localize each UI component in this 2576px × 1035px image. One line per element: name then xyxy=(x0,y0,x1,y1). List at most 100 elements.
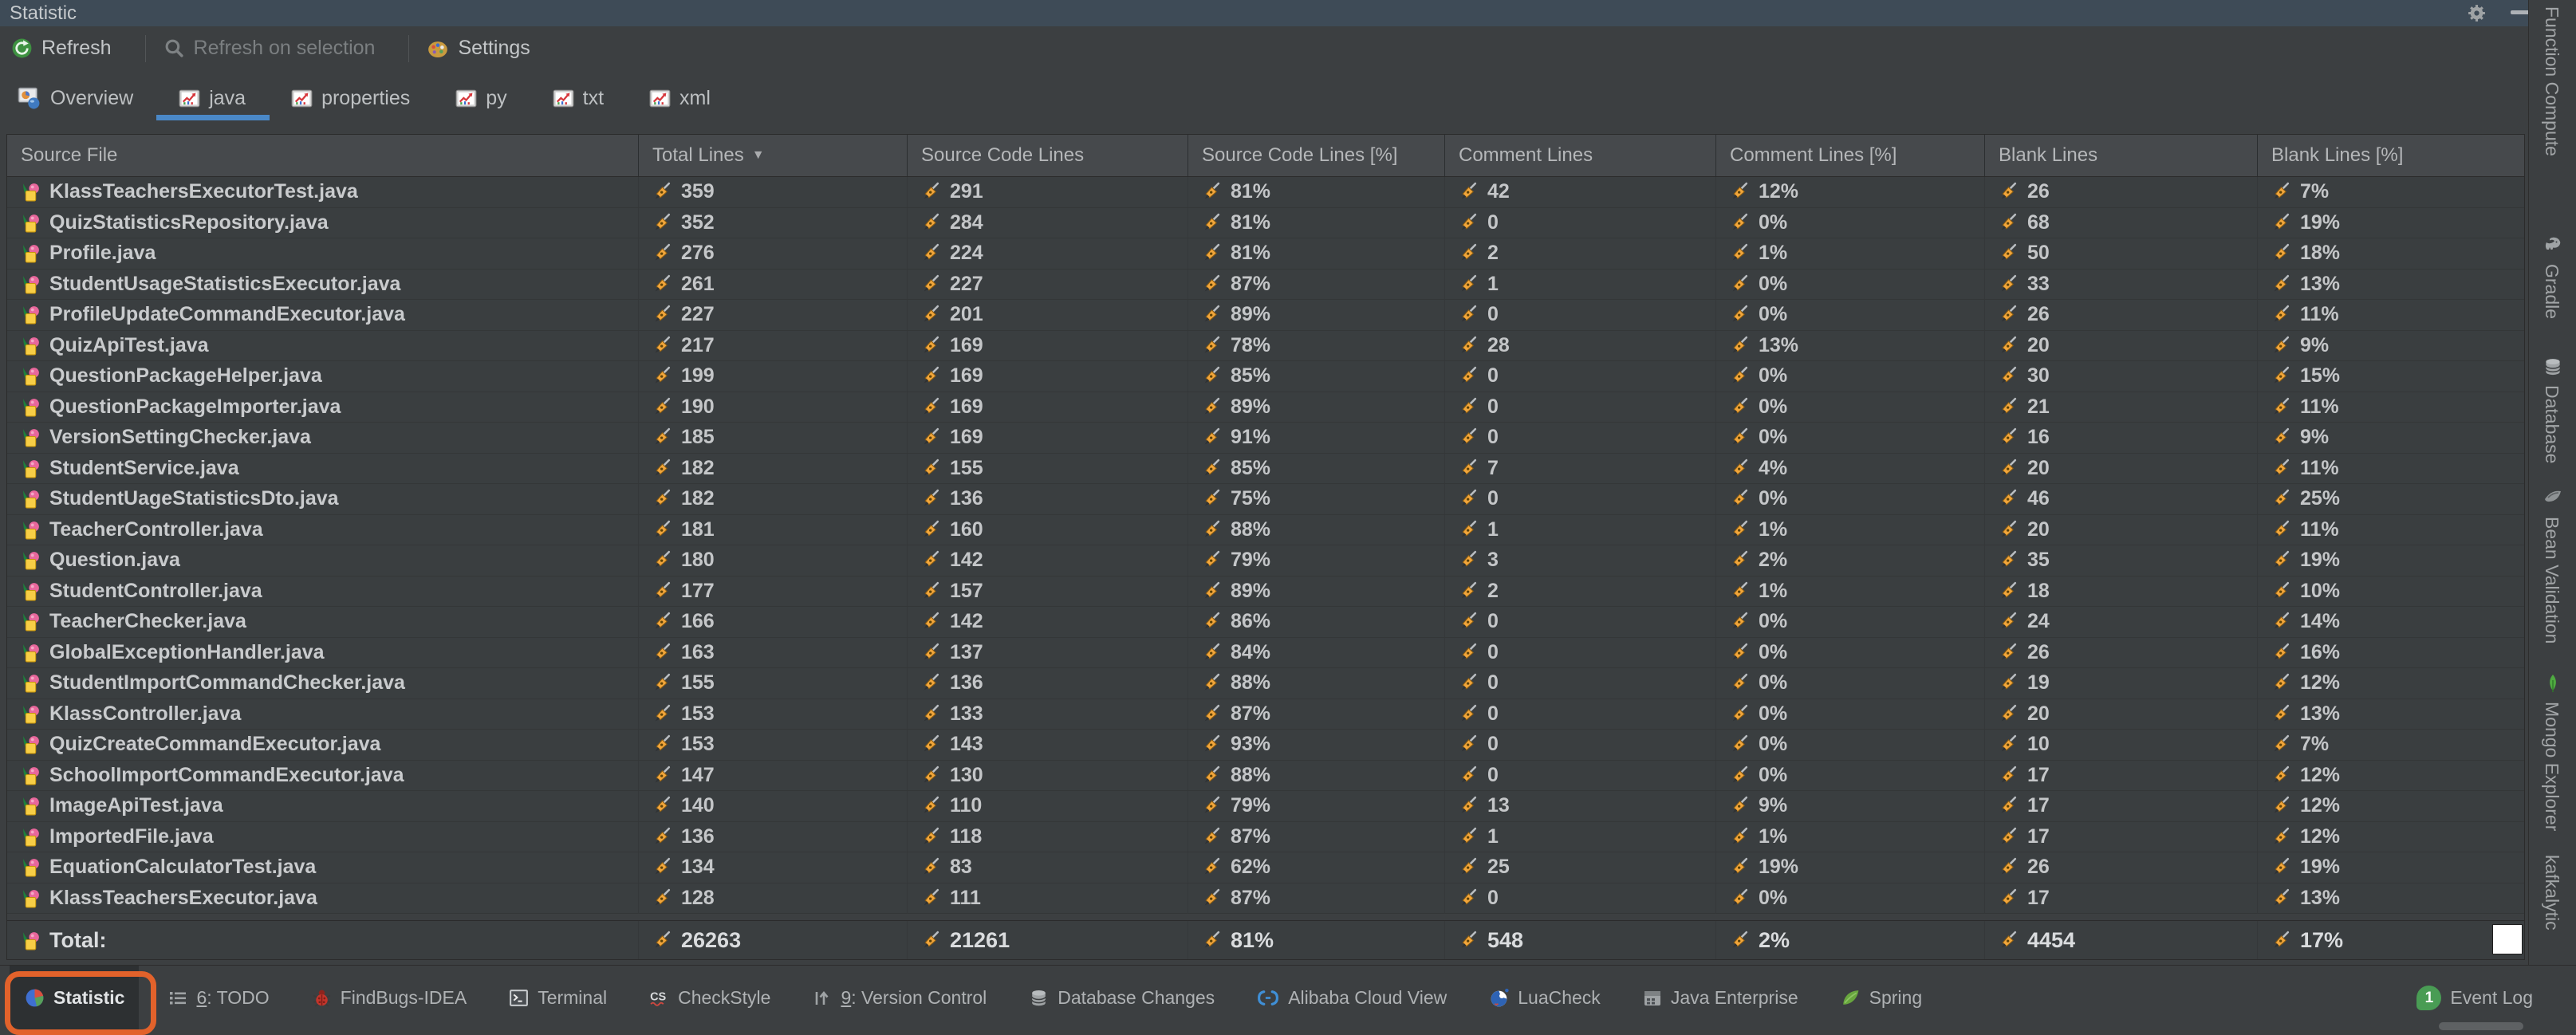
cell-value: 83 xyxy=(950,856,972,879)
source-file-cell: ProfileUpdateCommandExecutor.java xyxy=(7,300,639,330)
tab-py[interactable]: py xyxy=(455,87,506,110)
pen-icon xyxy=(1201,703,1223,725)
tab-properties[interactable]: properties xyxy=(291,87,410,110)
statusbar-alibaba-cloud[interactable]: Alibaba Cloud View xyxy=(1256,987,1447,1009)
source-code-lines-pct-cell: 62% xyxy=(1188,852,1445,883)
table-row[interactable]: Profile.java 276 224 xyxy=(7,238,2524,270)
source-code-lines-pct-cell: 81% xyxy=(1188,238,1445,269)
statusbar-todo[interactable]: 6: TODO xyxy=(167,987,269,1009)
statusbar-statistic[interactable]: Statistic xyxy=(10,966,139,1030)
table-row[interactable]: QuestionPackageImporter.java 190 169 xyxy=(7,392,2524,423)
statusbar-luacheck[interactable]: LuaCheck xyxy=(1488,987,1601,1009)
pen-icon xyxy=(1201,734,1223,755)
statusbar-event-log[interactable]: 1 Event Log xyxy=(2416,986,2533,1010)
tab-overview[interactable]: Overview xyxy=(18,86,133,110)
pen-icon xyxy=(1201,549,1223,571)
source-code-lines-cell: 111 xyxy=(908,883,1188,914)
source-code-lines-pct-cell: 81% xyxy=(1188,208,1445,238)
sidebar-item-function-compute[interactable]: Function Compute xyxy=(2541,6,2562,156)
gear-icon[interactable] xyxy=(2466,2,2487,24)
cell-value: 227 xyxy=(681,303,715,326)
statusbar-checkstyle[interactable]: CS CheckStyle xyxy=(648,987,770,1009)
refresh-on-selection-button[interactable]: Refresh on selection xyxy=(163,37,376,60)
table-row[interactable]: StudentUageStatisticsDto.java 182 136 xyxy=(7,484,2524,515)
blank-lines-pct-cell: 14% xyxy=(2258,607,2524,637)
column-header-source-code-lines-pct[interactable]: Source Code Lines [%] xyxy=(1188,135,1445,176)
column-header-comment-lines[interactable]: Comment Lines xyxy=(1445,135,1716,176)
gradle-elephant-icon[interactable] xyxy=(2542,234,2564,256)
table-row[interactable]: ImportedFile.java 136 118 xyxy=(7,822,2524,853)
table-row[interactable]: Question.java 180 142 xyxy=(7,545,2524,577)
statistics-table: Source File Total Lines ▼ Source Code Li… xyxy=(6,134,2525,960)
refresh-button[interactable]: Refresh xyxy=(11,37,112,60)
table-row[interactable]: TeacherController.java 181 160 xyxy=(7,515,2524,546)
table-row[interactable]: QuestionPackageHelper.java 199 169 xyxy=(7,361,2524,392)
table-row[interactable]: GlobalExceptionHandler.java 163 137 xyxy=(7,638,2524,669)
statusbar-findbugs[interactable]: FindBugs-IDEA xyxy=(311,987,467,1009)
pen-icon xyxy=(2271,488,2292,510)
table-row[interactable]: KlassTeachersExecutorTest.java 359 291 xyxy=(7,177,2524,208)
blank-lines-cell: 46 xyxy=(1985,484,2258,514)
tab-xml[interactable]: xml xyxy=(649,87,711,110)
table-row[interactable]: StudentUsageStatisticsExecutor.java 261 … xyxy=(7,270,2524,301)
sidebar-item-bean-validation[interactable]: Bean Validation xyxy=(2541,517,2562,643)
table-row[interactable]: EquationCalculatorTest.java 134 83 xyxy=(7,852,2524,883)
comment-lines-cell: 1 xyxy=(1445,515,1716,545)
sidebar-item-mongo-explorer[interactable]: Mongo Explorer xyxy=(2541,702,2562,831)
sidebar-item-gradle[interactable]: Gradle xyxy=(2541,264,2562,319)
statusbar-version-control[interactable]: 9: Version Control xyxy=(812,987,987,1009)
table-row[interactable]: StudentImportCommandChecker.java 155 136 xyxy=(7,668,2524,699)
table-row[interactable]: ImageApiTest.java 140 110 xyxy=(7,791,2524,822)
source-file-cell: QuestionPackageImporter.java xyxy=(7,392,639,423)
statusbar-database-changes[interactable]: Database Changes xyxy=(1028,987,1215,1009)
table-row[interactable]: SchoolImportCommandExecutor.java 147 130 xyxy=(7,761,2524,792)
cell-value: 9% xyxy=(2300,334,2329,357)
java-file-icon xyxy=(20,427,41,448)
table-row[interactable]: StudentService.java 182 155 xyxy=(7,454,2524,485)
sidebar-item-database[interactable]: Database xyxy=(2541,385,2562,463)
table-row[interactable]: KlassTeachersExecutor.java 128 111 xyxy=(7,883,2524,915)
table-row[interactable]: QuizCreateCommandExecutor.java 153 143 xyxy=(7,730,2524,761)
sidebar-item-kafkalytic[interactable]: kafkalytic xyxy=(2541,855,2562,931)
todo-mnemonic: 6 xyxy=(196,987,207,1008)
statusbar-java-enterprise[interactable]: Java Enterprise xyxy=(1642,987,1798,1009)
horizontal-scrollbar-thumb[interactable] xyxy=(2439,1022,2523,1030)
chart-icon xyxy=(553,88,574,109)
blank-lines-pct-cell: 13% xyxy=(2258,270,2524,300)
database-icon[interactable] xyxy=(2542,356,2564,378)
pen-icon xyxy=(1729,930,1751,951)
column-header-source-code-lines[interactable]: Source Code Lines xyxy=(908,135,1188,176)
java-file-icon xyxy=(20,826,41,848)
column-header-source-file[interactable]: Source File xyxy=(7,135,639,176)
table-total-row-content[interactable]: Total: 26263 21261 xyxy=(7,921,2524,959)
statusbar-spring[interactable]: Spring xyxy=(1840,987,1922,1009)
source-file-cell: QuizApiTest.java xyxy=(7,331,639,361)
cell-value: 291 xyxy=(950,180,983,203)
table-row[interactable]: VersionSettingChecker.java 185 169 xyxy=(7,423,2524,454)
comment-lines-cell: 0 xyxy=(1445,208,1716,238)
settings-button[interactable]: Settings xyxy=(427,37,530,60)
column-header-blank-lines[interactable]: Blank Lines xyxy=(1985,135,2258,176)
cell-value: 0% xyxy=(1759,426,1787,449)
table-row[interactable]: QuizStatisticsRepository.java 352 284 xyxy=(7,208,2524,239)
cell-value: 1 xyxy=(1487,518,1499,541)
mongo-leaf-icon[interactable] xyxy=(2542,672,2564,695)
cell-value: 136 xyxy=(950,487,983,510)
bean-validation-icon[interactable] xyxy=(2542,486,2564,509)
table-row[interactable]: StudentController.java 177 157 xyxy=(7,577,2524,608)
tab-java[interactable]: java xyxy=(179,87,246,110)
tab-txt[interactable]: txt xyxy=(553,87,604,110)
column-header-blank-lines-pct[interactable]: Blank Lines [%] xyxy=(2258,135,2524,176)
cell-value: 153 xyxy=(681,702,715,726)
blank-lines-cell: 17 xyxy=(1985,883,2258,914)
table-row[interactable]: KlassController.java 153 133 xyxy=(7,699,2524,730)
cell-value: 20 xyxy=(2027,702,2050,726)
column-header-total-lines[interactable]: Total Lines ▼ xyxy=(639,135,908,176)
table-row[interactable]: TeacherChecker.java 166 142 xyxy=(7,607,2524,638)
pen-icon xyxy=(920,549,942,571)
table-row[interactable]: QuizApiTest.java 217 169 xyxy=(7,331,2524,362)
table-row[interactable]: ProfileUpdateCommandExecutor.java 227 20… xyxy=(7,300,2524,331)
statusbar-terminal[interactable]: Terminal xyxy=(508,987,607,1009)
total-lines-cell: 136 xyxy=(639,822,908,852)
column-header-comment-lines-pct[interactable]: Comment Lines [%] xyxy=(1716,135,1985,176)
